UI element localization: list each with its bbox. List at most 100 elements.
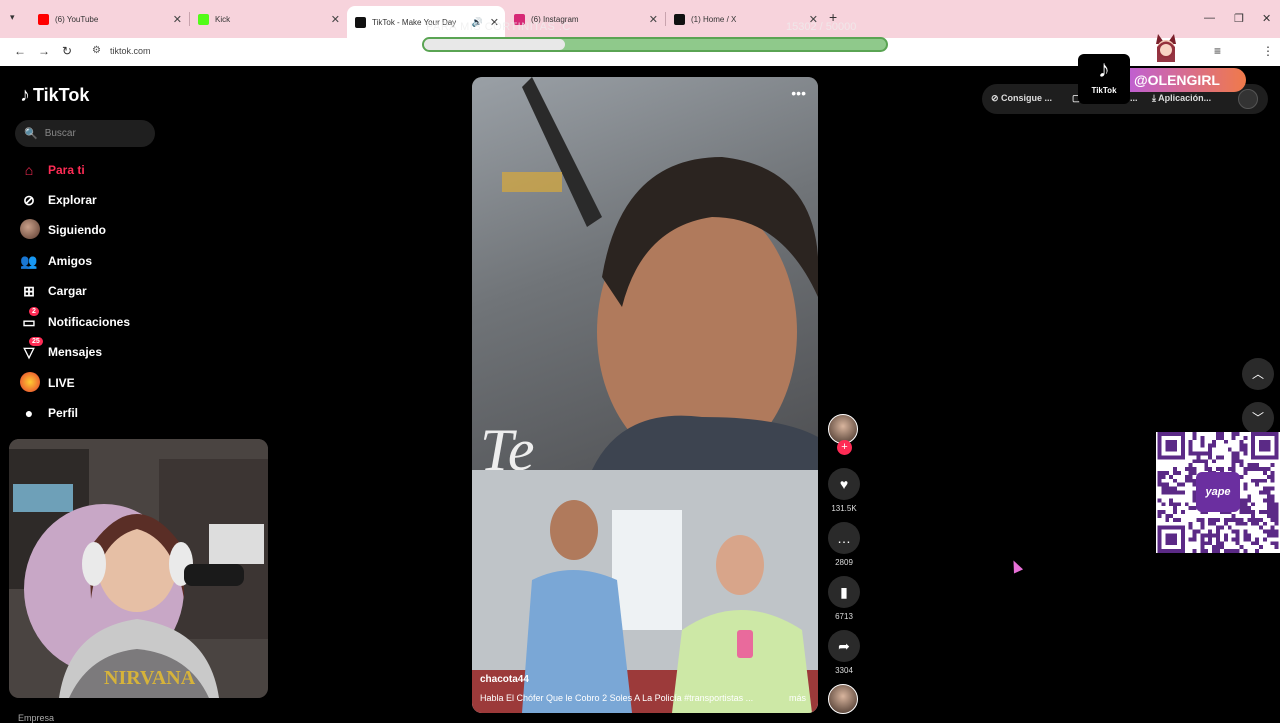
tab-kick[interactable]: Kick ✕ (190, 6, 346, 32)
send-icon: ▽ 25 (20, 336, 43, 361)
get-coins-label: Consigue ... (1001, 93, 1053, 103)
tiktok-overlay-logo: ♪ TikTok (1078, 54, 1130, 104)
comment-count: 2809 (835, 558, 853, 567)
sidebar-item-perfil[interactable]: ● Perfil (20, 403, 78, 423)
menu-icon[interactable]: ⋮ (1262, 44, 1274, 58)
search-icon: 🔍 (24, 128, 38, 140)
get-coins-button[interactable]: ⊘ Consigue ... (991, 93, 1052, 104)
sidebar-item-live[interactable]: LIVE (20, 371, 75, 395)
creator-avatar[interactable]: + (828, 414, 860, 455)
logo-text: TikTok (33, 85, 90, 105)
site-info-icon[interactable]: ⚙ (92, 45, 101, 56)
get-app-label: Aplicación... (1158, 93, 1212, 103)
friends-icon: 👥 (20, 252, 38, 269)
tab-title: (1) Home / X (691, 14, 737, 24)
save-button[interactable]: ▮ 6713 (828, 576, 860, 621)
share-button[interactable]: ➦ 3304 (828, 630, 860, 675)
profile-icon: ● (24, 405, 34, 421)
live-icon (20, 371, 40, 395)
search-box[interactable]: 🔍 (15, 120, 155, 147)
comment-button[interactable]: … 2809 (828, 522, 860, 567)
more-link[interactable]: más (789, 693, 806, 703)
yape-logo: yape (1196, 472, 1240, 512)
chevron-down-icon: ﹀ (1251, 411, 1264, 425)
sidebar-item-siguiendo[interactable]: Siguiendo (20, 218, 106, 242)
sidebar-item-label: Siguiendo (48, 223, 106, 237)
tab-youtube[interactable]: (6) YouTube ✕ (30, 6, 188, 32)
more-options-icon[interactable]: ••• (791, 85, 806, 101)
search-input[interactable] (44, 128, 145, 139)
url-field[interactable]: tiktok.com (110, 46, 151, 56)
sidebar-item-label: Cargar (48, 284, 87, 298)
account-avatar[interactable] (1238, 89, 1258, 109)
sidebar-item-label: Notificaciones (48, 315, 131, 329)
tiktok-overlay-label: TikTok (1091, 86, 1117, 95)
video-content: Te (480, 77, 818, 483)
sidebar-item-mensajes[interactable]: ▽ 25 Mensajes (20, 336, 103, 362)
bookmark-icon[interactable]: ▮ (828, 576, 860, 608)
tiktok-logo[interactable]: ♪ TikTok (20, 84, 89, 107)
streamer-handle: @OLENGIRL (1130, 68, 1246, 92)
inbox-icon: ▭ 2 (20, 306, 39, 331)
save-count: 6713 (835, 612, 853, 621)
sidebar-item-label: Mensajes (48, 345, 103, 359)
goal-progress-fill (424, 39, 566, 50)
video-author[interactable]: chacota44 (480, 674, 529, 685)
goal-progress-bar (422, 37, 888, 52)
forward-icon[interactable]: → (38, 44, 50, 58)
video-frame-top: Te (472, 77, 818, 483)
share-count: 3304 (835, 666, 853, 675)
tiktok-note-icon: ♪ (1098, 56, 1110, 83)
close-icon[interactable]: ✕ (649, 13, 658, 26)
home-icon: ⌂ (24, 162, 34, 178)
sidebar-item-explorar[interactable]: ⊘ Explorar (20, 190, 97, 210)
video-player[interactable]: Te ••• chacota44 Habla El Chófer Que le … (472, 77, 818, 713)
following-avatar-icon (20, 218, 40, 242)
reload-icon[interactable]: ↻ (62, 44, 72, 58)
messages-badge: 25 (29, 336, 43, 346)
tab-search-icon[interactable]: ▾ (10, 12, 15, 23)
mascot-icon (1156, 34, 1176, 62)
tab-title: Kick (215, 14, 231, 24)
sidebar-item-cargar[interactable]: ⊞ Cargar (20, 281, 87, 301)
comment-icon[interactable]: … (828, 522, 860, 554)
close-icon[interactable]: ✕ (331, 13, 340, 26)
sidebar-item-para-ti[interactable]: ⌂ Para ti (20, 160, 85, 180)
tiktok-note-icon: ♪ (20, 84, 30, 106)
restore-icon[interactable]: ❐ (1234, 12, 1244, 25)
sidebar-item-notificaciones[interactable]: ▭ 2 Notificaciones (20, 306, 131, 332)
tiktok-icon (355, 16, 366, 28)
previous-video-button[interactable]: ︿ (1242, 358, 1274, 390)
tab-title: (6) YouTube (55, 14, 99, 24)
x-icon (674, 13, 685, 25)
like-count: 131.5K (831, 504, 857, 513)
footer-empresa-link[interactable]: Empresa (18, 713, 54, 723)
sidebar-item-label: Para ti (48, 163, 85, 177)
get-app-button[interactable]: ⤓ Aplicación... (1152, 93, 1211, 104)
follow-plus-icon[interactable]: + (837, 440, 852, 455)
media-icon[interactable]: ≡ (1214, 44, 1221, 58)
notification-badge: 2 (29, 306, 39, 316)
music-disc-icon[interactable] (828, 684, 858, 714)
sidebar-item-amigos[interactable]: 👥 Amigos (20, 251, 92, 271)
goal-count: 15302 / 50000 (786, 21, 857, 33)
next-video-button[interactable]: ﹀ (1242, 402, 1274, 434)
close-window-icon[interactable]: ✕ (1262, 12, 1271, 25)
sidebar-item-label: Perfil (48, 406, 79, 420)
creators-label: ... (1130, 93, 1138, 103)
webcam-scene: NIRVANA (9, 439, 268, 698)
sound-disc[interactable] (828, 684, 860, 714)
share-icon[interactable]: ➦ (828, 630, 860, 662)
heart-icon[interactable]: ♥ (828, 468, 860, 500)
youtube-icon (38, 13, 49, 25)
minimize-icon[interactable]: — (1204, 12, 1215, 24)
chevron-up-icon: ︿ (1251, 367, 1264, 381)
compass-icon: ⊘ (23, 191, 35, 208)
back-icon[interactable]: ← (14, 44, 26, 58)
svg-text:NIRVANA: NIRVANA (104, 667, 196, 689)
kick-icon (198, 13, 209, 25)
sidebar-item-label: LIVE (48, 376, 75, 390)
like-button[interactable]: ♥ 131.5K (828, 468, 860, 513)
streamer-webcam: NIRVANA (9, 439, 268, 698)
close-icon[interactable]: ✕ (173, 13, 182, 26)
